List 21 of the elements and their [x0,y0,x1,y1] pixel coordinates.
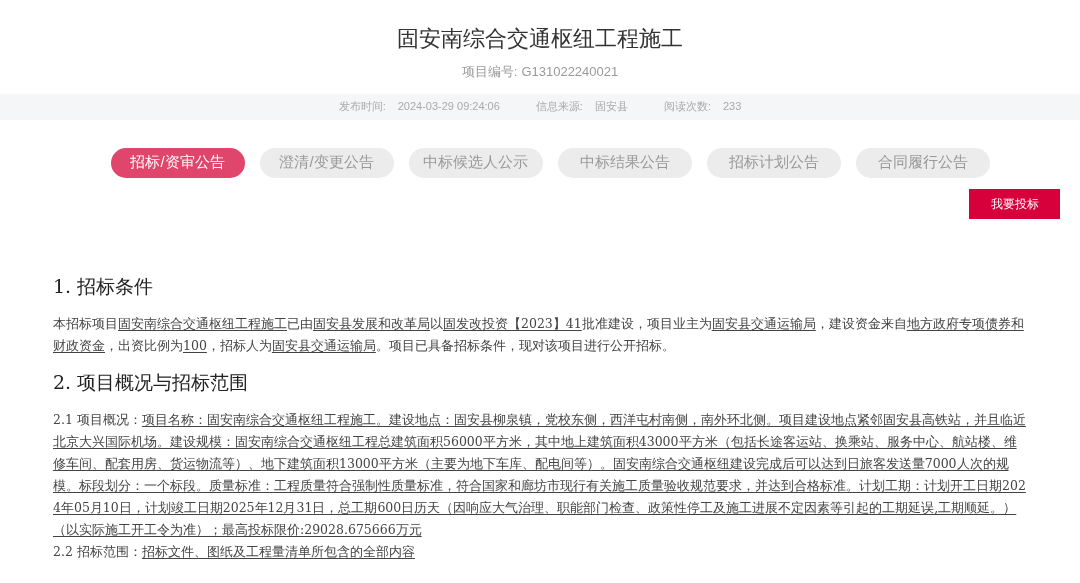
project-number-label: 项目编号: [461,63,518,81]
meta-value: 233 [723,99,742,115]
meta-label: 信息来源: [535,99,583,115]
notice-tab[interactable]: 中标结果公告 [557,147,692,178]
bid-button[interactable]: 我要投标 [969,188,1060,219]
section-paragraph: 2.1 项目概况：项目名称：固安南综合交通枢纽工程施工。建设地点：固安县柳泉镇，党校东侧，西洋屯村南侧，南外环北侧。项目建设地点紧邻固安县高铁站，并且临近北京大兴国际机场。建设规模：固安南综合交通枢纽工程总建筑面积56000平方米，其中地上建筑面积43000平方米（包括长途客运站、换乘站、服务中心、航站楼、维修车间、配套用房、货运物流等）、地下建筑面积13000平方米（主要为地下车库、配电间等）。固安南综合交通枢纽建设完成后可以达到日旅客发送量7000人次的规模。标段划分：一个标段。质量标准：工程质量符合强制性质量标准，符合国家和廊坊市现行有关施工质量验收规范要求，并达到合格标准。计划工期：计划开工日期2024年05月10日，计划竣工日期2025年12月31日，总工期600日历天（因响应大气治理、职能部门检查、政策性停工及施工进展不定因素等引起的工期延误,工期顺延。）（以实际施工开工令为准）；最高投标限价:29028.675666万元 [53,410,1027,539]
section-paragraph: 2.2 招标范围：招标文件、图纸及工程量清单所包含的全部内容 [53,542,416,561]
section-heading: 1. 招标条件 [53,273,155,299]
notice-tab[interactable]: 澄清/变更公告 [259,147,394,178]
project-number: G131022240021 [521,63,619,81]
notice-tab[interactable]: 招标/资审公告 [110,147,245,178]
notice-tab[interactable]: 合同履行公告 [855,147,990,178]
notice-tab[interactable]: 招标计划公告 [706,147,841,178]
meta-value: 固安县 [594,99,628,115]
meta-value: 2024-03-29 09:24:06 [397,99,500,115]
page-title: 固安南综合交通枢纽工程施工 [397,25,683,53]
meta-label: 发布时间: [338,99,386,115]
section-paragraph: 本招标项目 固安南综合交通枢纽工程施工已由固安县发展和改革局以固发改投资【2023】41批准建设，项目业主为固安县交通运输局，建设资金来自地方政府专项债券和财政资金，出资比例为100，招标人为固安县交通运输局。项目已具备招标条件，现对该项目进行公开招标。 [53,314,1025,355]
meta-label: 阅读次数: [663,99,711,115]
section-heading: 2. 项目概况与招标范围 [53,369,250,395]
notice-tab[interactable]: 中标候选人公示 [408,147,543,178]
